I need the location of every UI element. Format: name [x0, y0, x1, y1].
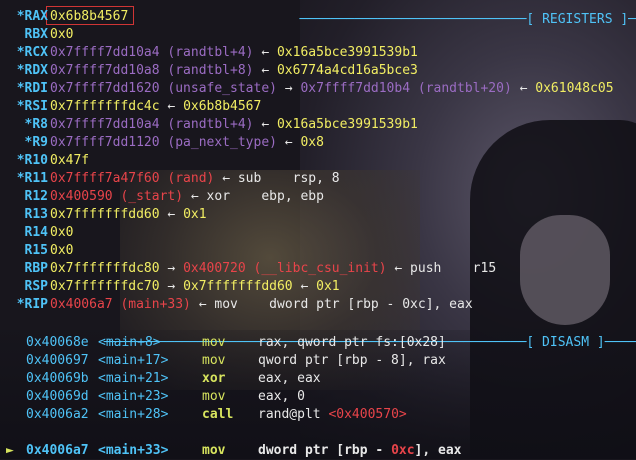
register-name: *RSI: [16, 99, 48, 114]
disasm-section-header: ────────────────────────────────────────…: [103, 335, 636, 350]
instruction-operands: dword ptr [rbp - 0xc], eax: [258, 443, 462, 458]
register-name: RBP: [24, 261, 48, 276]
instruction-address: 0x4006a2: [26, 407, 89, 422]
registers-section-header: ─────────────────────────────[ REGISTERS…: [299, 12, 636, 27]
register-name: R15: [24, 243, 48, 258]
register-name: *RDI: [16, 81, 48, 96]
instruction-opcode: mov: [202, 335, 226, 350]
register-value: 0x7ffff7dd1620 (unsafe_state) → 0x7ffff7…: [50, 81, 614, 96]
changed-marker: *: [16, 63, 25, 78]
instruction-symbol: <main+33>: [98, 443, 169, 458]
changed-marker: *: [16, 81, 25, 96]
instruction-opcode: mov: [202, 389, 226, 404]
instruction-symbol: <main+23>: [98, 389, 169, 404]
instruction-symbol: <main+21>: [98, 371, 169, 386]
register-name: *R11: [16, 171, 48, 186]
register-name: RBX: [24, 27, 48, 42]
instruction-opcode: mov: [202, 443, 226, 458]
register-value: 0x7fffffffdc80 → 0x400720 (__libc_csu_in…: [50, 261, 497, 276]
changed-marker: *: [16, 171, 25, 186]
instruction-opcode: mov: [202, 353, 226, 368]
register-value: 0x7ffff7dd1120 (pa_next_type) ← 0x8: [50, 135, 324, 150]
register-name: *R8: [24, 117, 48, 132]
register-value: 0x400590 (_start) ← xor ebp, ebp: [50, 189, 324, 204]
instruction-opcode: call: [202, 407, 234, 422]
register-value: 0x7ffff7dd10a4 (randtbl+4) ← 0x16a5bce39…: [50, 45, 418, 60]
register-value: 0x7fffffffdd60 ← 0x1: [50, 207, 207, 222]
changed-marker: *: [16, 99, 25, 114]
register-value: 0x0: [50, 27, 74, 42]
instruction-address: 0x4006a7: [26, 443, 89, 458]
instruction-operands: rax, qword ptr fs:[0x28]: [258, 335, 446, 350]
instruction-operands: eax, 0: [258, 389, 305, 404]
changed-marker: *: [16, 45, 25, 60]
instruction-operands: rand@plt <0x400570>: [258, 407, 407, 422]
changed-marker: *: [16, 153, 25, 168]
register-name: R14: [24, 225, 48, 240]
register-value: 0x7ffff7dd10a4 (randtbl+4) ← 0x16a5bce39…: [50, 117, 418, 132]
register-value: 0x0: [50, 225, 74, 240]
instruction-opcode: xor: [202, 371, 226, 386]
instruction-address: 0x40069b: [26, 371, 89, 386]
register-value: 0x7fffffffdc4c ← 0x6b8b4567: [50, 99, 262, 114]
register-value: 0x7fffffffdc70 → 0x7fffffffdd60 ← 0x1: [50, 279, 340, 294]
register-name: *RCX: [16, 45, 48, 60]
register-name: *R9: [24, 135, 48, 150]
register-name: RSP: [24, 279, 48, 294]
instruction-symbol: <main+28>: [98, 407, 169, 422]
instruction-symbol: <main+17>: [98, 353, 169, 368]
register-name: *RDX: [16, 63, 48, 78]
register-value: 0x7ffff7dd10a8 (randtbl+8) ← 0x6774a4cd1…: [50, 63, 418, 78]
instruction-address: 0x400697: [26, 353, 89, 368]
changed-marker: *: [16, 9, 25, 24]
register-name: R12: [24, 189, 48, 204]
instruction-symbol: <main+8>: [98, 335, 161, 350]
current-instruction-pointer: ►: [6, 443, 14, 458]
debugger-terminal: ─────────────────────────────[ REGISTERS…: [0, 0, 636, 459]
instruction-address: 0x40068e: [26, 335, 89, 350]
instruction-address: 0x40069d: [26, 389, 89, 404]
register-value: 0x6b8b4567: [50, 9, 129, 24]
register-value: 0x0: [50, 243, 74, 258]
register-value: 0x7ffff7a47f60 (rand) ← sub rsp, 8: [50, 171, 340, 186]
instruction-operands: qword ptr [rbp - 8], rax: [258, 353, 446, 368]
register-name: R13: [24, 207, 48, 222]
register-name: *RIP: [16, 297, 48, 312]
changed-marker: *: [16, 297, 25, 312]
instruction-operands: eax, eax: [258, 371, 321, 386]
register-value: 0x47f: [50, 153, 90, 168]
register-name: *R10: [16, 153, 48, 168]
register-name: *RAX: [16, 9, 48, 24]
register-value: 0x4006a7 (main+33) ← mov dword ptr [rbp …: [50, 297, 473, 312]
